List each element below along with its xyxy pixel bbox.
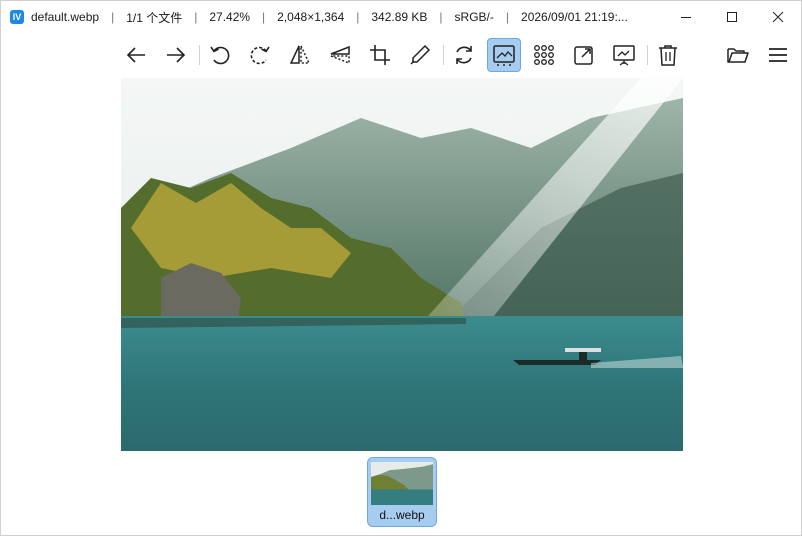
flip-horizontal-button[interactable] [283,38,317,72]
main-image-view[interactable] [121,78,683,451]
thumbnail-image [371,462,433,505]
next-button[interactable] [159,38,193,72]
rotate-left-button[interactable] [203,38,237,72]
arrow-left-icon [126,47,145,63]
image-dimensions: 2,048×1,364 [277,10,345,24]
file-index: 1/1 个文件 [126,10,183,25]
minimize-icon [681,17,691,18]
delete-button[interactable] [651,38,685,72]
fit-window-icon [574,46,593,65]
title-bar: IV default.webp | 1/1 个文件 | 27.42% | 2,0… [1,1,801,33]
slideshow-icon [613,45,635,66]
app-logo-icon: IV [10,10,24,24]
rotate-left-icon [210,46,230,65]
toolbar [1,35,801,75]
file-datetime: 2026/09/01 21:19:... [521,10,628,24]
title-separator: | [505,10,510,24]
toolbar-divider [443,45,444,65]
maximize-icon [727,12,737,22]
thumbnail-item[interactable]: d...webp [367,457,437,527]
previous-button[interactable] [119,38,153,72]
open-folder-button[interactable] [721,38,755,72]
title-separator: | [356,10,360,24]
title-separator: | [111,10,115,24]
toolbar-divider [647,45,648,65]
refresh-button[interactable] [447,38,481,72]
window-title-filename: default.webp [31,10,100,24]
crop-button[interactable] [363,38,397,72]
rotate-right-button[interactable] [243,38,277,72]
image-view-icon [493,45,515,66]
flip-vertical-button[interactable] [323,38,357,72]
flip-horizontal-icon [289,45,311,64]
close-button[interactable] [755,1,801,33]
title-separator: | [262,10,266,24]
image-view-button[interactable] [487,38,521,72]
trash-icon [659,45,677,66]
gallery-grid-icon [534,45,554,65]
title-separator: | [439,10,443,24]
minimize-button[interactable] [663,1,709,33]
file-size: 342.89 KB [371,10,428,24]
toolbar-divider [199,45,200,65]
title-separator: | [194,10,198,24]
close-icon [772,11,784,23]
thumbnail-label: d...webp [379,508,425,522]
color-picker-icon [410,44,431,65]
color-picker-button[interactable] [403,38,437,72]
crop-icon [370,45,390,65]
rotate-right-icon [250,46,270,65]
fit-window-button[interactable] [567,38,601,72]
refresh-icon [456,46,472,64]
color-space: sRGB/- [454,10,494,24]
maximize-button[interactable] [709,1,755,33]
gallery-button[interactable] [527,38,561,72]
folder-open-icon [727,48,749,63]
arrow-right-icon [167,47,186,63]
window-controls [663,1,801,33]
slideshow-button[interactable] [607,38,641,72]
landscape-photo [121,78,683,451]
zoom-level: 27.42% [209,10,251,24]
main-menu-button[interactable] [761,38,795,72]
menu-icon [769,48,787,62]
flip-vertical-icon [330,45,350,65]
